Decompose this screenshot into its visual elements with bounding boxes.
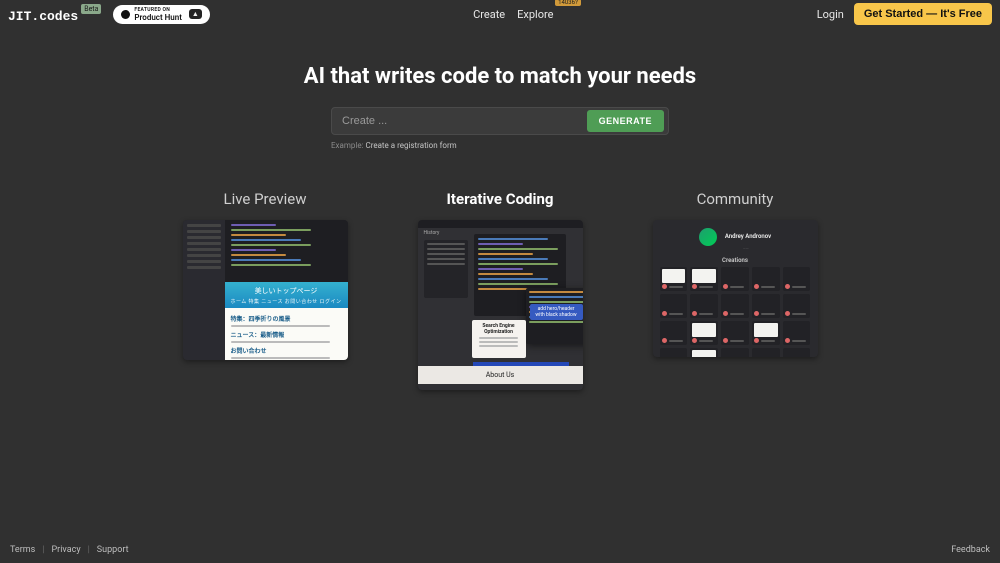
header: JIT.codesBeta FEATURED ON Product Hunt ▲… [0, 0, 1000, 28]
footer-left: Terms | Privacy | Support [10, 545, 129, 555]
logo[interactable]: JIT.codesBeta [8, 5, 101, 24]
footer: Terms | Privacy | Support Feedback [0, 537, 1000, 563]
prompt-row: GENERATE [331, 107, 669, 135]
thumb-live-preview[interactable]: 美しいトップページ ホーム 特集 ニュース お問い合わせ ログイン 特集：四季折… [183, 220, 348, 360]
thumb2-history-label: History [424, 230, 440, 236]
feature-iterative-title: Iterative Coding [418, 190, 583, 208]
nav-explore-label: Explore [517, 8, 553, 21]
thumb3-section: Creations [660, 257, 811, 264]
thumb1-nav: ホーム 特集 ニュース お問い合わせ ログイン [230, 298, 341, 305]
thumb2-card: Search Engine Optimization [472, 320, 526, 358]
nav-create[interactable]: Create [473, 8, 505, 21]
thumb-community[interactable]: Andrey Andronov ····· Creations [653, 220, 818, 357]
hero-title: AI that writes code to match your needs [0, 64, 1000, 89]
product-hunt-icon [121, 10, 130, 19]
footer-privacy[interactable]: Privacy [52, 545, 81, 555]
thumb3-avatar-icon [699, 228, 717, 246]
feature-community: Community Andrey Andronov ····· Creation… [653, 190, 818, 390]
thumb3-username: Andrey Andronov [725, 233, 771, 240]
beta-badge: Beta [81, 4, 101, 14]
ph-label: Product Hunt [134, 13, 182, 22]
thumb2-bluepill: add hero/header with black shadow [530, 304, 583, 320]
header-right: Login Get Started — It's Free [817, 3, 992, 25]
thumb2-card-title: Search Engine Optimization [475, 323, 523, 335]
product-hunt-badge[interactable]: FEATURED ON Product Hunt ▲ [113, 5, 209, 24]
ph-upvote-icon: ▲ [189, 9, 202, 19]
thumb1-sec1: 特集：四季折りの風景 [231, 314, 342, 323]
features-row: Live Preview 美しいトップページ ホーム 特集 ニュース お問い合わ… [0, 190, 1000, 390]
thumb3-grid [660, 267, 811, 357]
thumb1-sec2: ニュース：最新情報 [231, 330, 342, 339]
generate-button[interactable]: GENERATE [587, 110, 664, 132]
header-nav: Create Explore 14036? [473, 8, 553, 21]
thumb3-sub: ····· [682, 246, 811, 251]
thumb2-about: About Us [418, 366, 583, 384]
thumb1-code [225, 220, 348, 282]
header-left: JIT.codesBeta FEATURED ON Product Hunt ▲ [8, 5, 210, 24]
login-link[interactable]: Login [817, 8, 844, 21]
thumb2-panel [424, 240, 468, 298]
feature-iterative: Iterative Coding History add hero/header… [418, 190, 583, 390]
prompt-input[interactable] [342, 115, 587, 127]
footer-terms[interactable]: Terms [10, 545, 35, 555]
footer-feedback[interactable]: Feedback [951, 545, 990, 555]
get-started-button[interactable]: Get Started — It's Free [854, 3, 992, 25]
thumb-iterative[interactable]: History add hero/header with black shado… [418, 220, 583, 390]
footer-support[interactable]: Support [97, 545, 129, 555]
thumb1-hero-text: 美しいトップページ [255, 286, 318, 296]
example-link[interactable]: Create a registration form [365, 141, 456, 150]
thumb1-sec3: お問い合わせ [231, 346, 342, 355]
thumb1-preview: 美しいトップページ ホーム 特集 ニュース お問い合わせ ログイン 特集：四季折… [225, 282, 348, 360]
logo-text: JIT.codes [8, 9, 78, 24]
feature-community-title: Community [653, 190, 818, 208]
feature-live-preview: Live Preview 美しいトップページ ホーム 特集 ニュース お問い合わ… [183, 190, 348, 390]
feature-live-preview-title: Live Preview [183, 190, 348, 208]
hero: AI that writes code to match your needs … [0, 64, 1000, 150]
example-row: Example: Create a registration form [331, 141, 669, 150]
thumb1-sidebar [183, 220, 225, 360]
example-prefix: Example: [331, 141, 364, 150]
nav-explore[interactable]: Explore 14036? [517, 8, 553, 21]
nav-explore-badge: 14036? [555, 0, 581, 6]
